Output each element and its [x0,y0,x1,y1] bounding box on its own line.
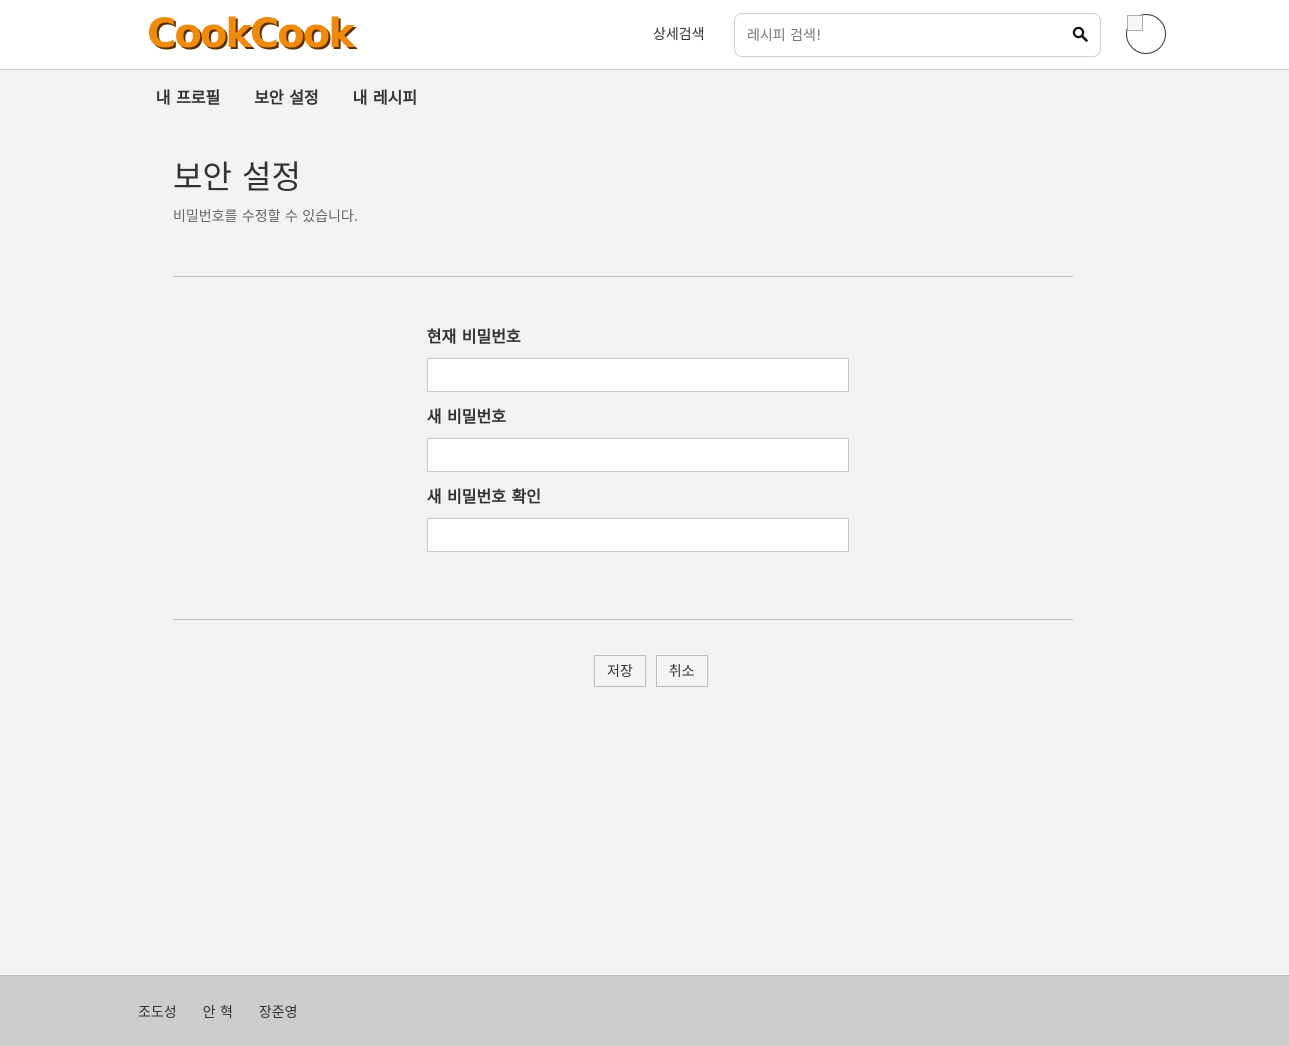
footer-name: 장준영 [258,1005,298,1021]
footer-name: 안 혁 [202,1005,233,1021]
footer-credits: 조도성 안 혁 장준영 [138,1002,298,1022]
cancel-button[interactable]: 취소 [655,655,708,687]
page-title: 보안 설정 [173,158,301,196]
subnav-item-security-settings[interactable]: 보안 설정 [254,84,318,107]
new-password-field: 새 비밀번호 [427,406,849,472]
top-divider [173,276,1073,277]
current-password-field: 현재 비밀번호 [427,326,849,392]
footer-name: 조도성 [138,1005,177,1021]
search-input[interactable] [745,22,1049,50]
cookcook-logo[interactable]: CookCook [147,10,355,58]
confirm-password-field: 새 비밀번호 확인 [427,486,849,552]
avatar[interactable] [1126,14,1166,54]
confirm-password-input[interactable] [427,518,849,552]
page-description: 비밀번호를 수정할 수 있습니다. [173,209,359,225]
bottom-divider [173,619,1073,620]
search-icon [1072,26,1088,42]
broken-image-icon [1127,15,1143,31]
password-form: 현재 비밀번호 새 비밀번호 새 비밀번호 확인 [427,326,849,552]
form-actions: 저장 취소 [594,655,708,687]
save-button[interactable]: 저장 [594,655,646,687]
site-footer: 조도성 안 혁 장준영 [0,975,1289,1046]
profile-subnav: 내 프로필 보안 설정 내 레시피 [156,84,417,107]
confirm-password-label: 새 비밀번호 확인 [427,487,542,506]
new-password-input[interactable] [427,438,849,472]
current-password-input[interactable] [427,358,849,392]
search-button[interactable] [1070,25,1090,45]
site-header: CookCook 상세검색 [0,0,1289,70]
new-password-label: 새 비밀번호 [427,407,507,426]
advanced-search-link[interactable]: 상세검색 [653,24,705,44]
search-box [734,13,1101,57]
subnav-item-my-profile[interactable]: 내 프로필 [156,84,220,107]
subnav-item-my-recipes[interactable]: 내 레시피 [353,84,417,107]
current-password-label: 현재 비밀번호 [427,327,521,346]
